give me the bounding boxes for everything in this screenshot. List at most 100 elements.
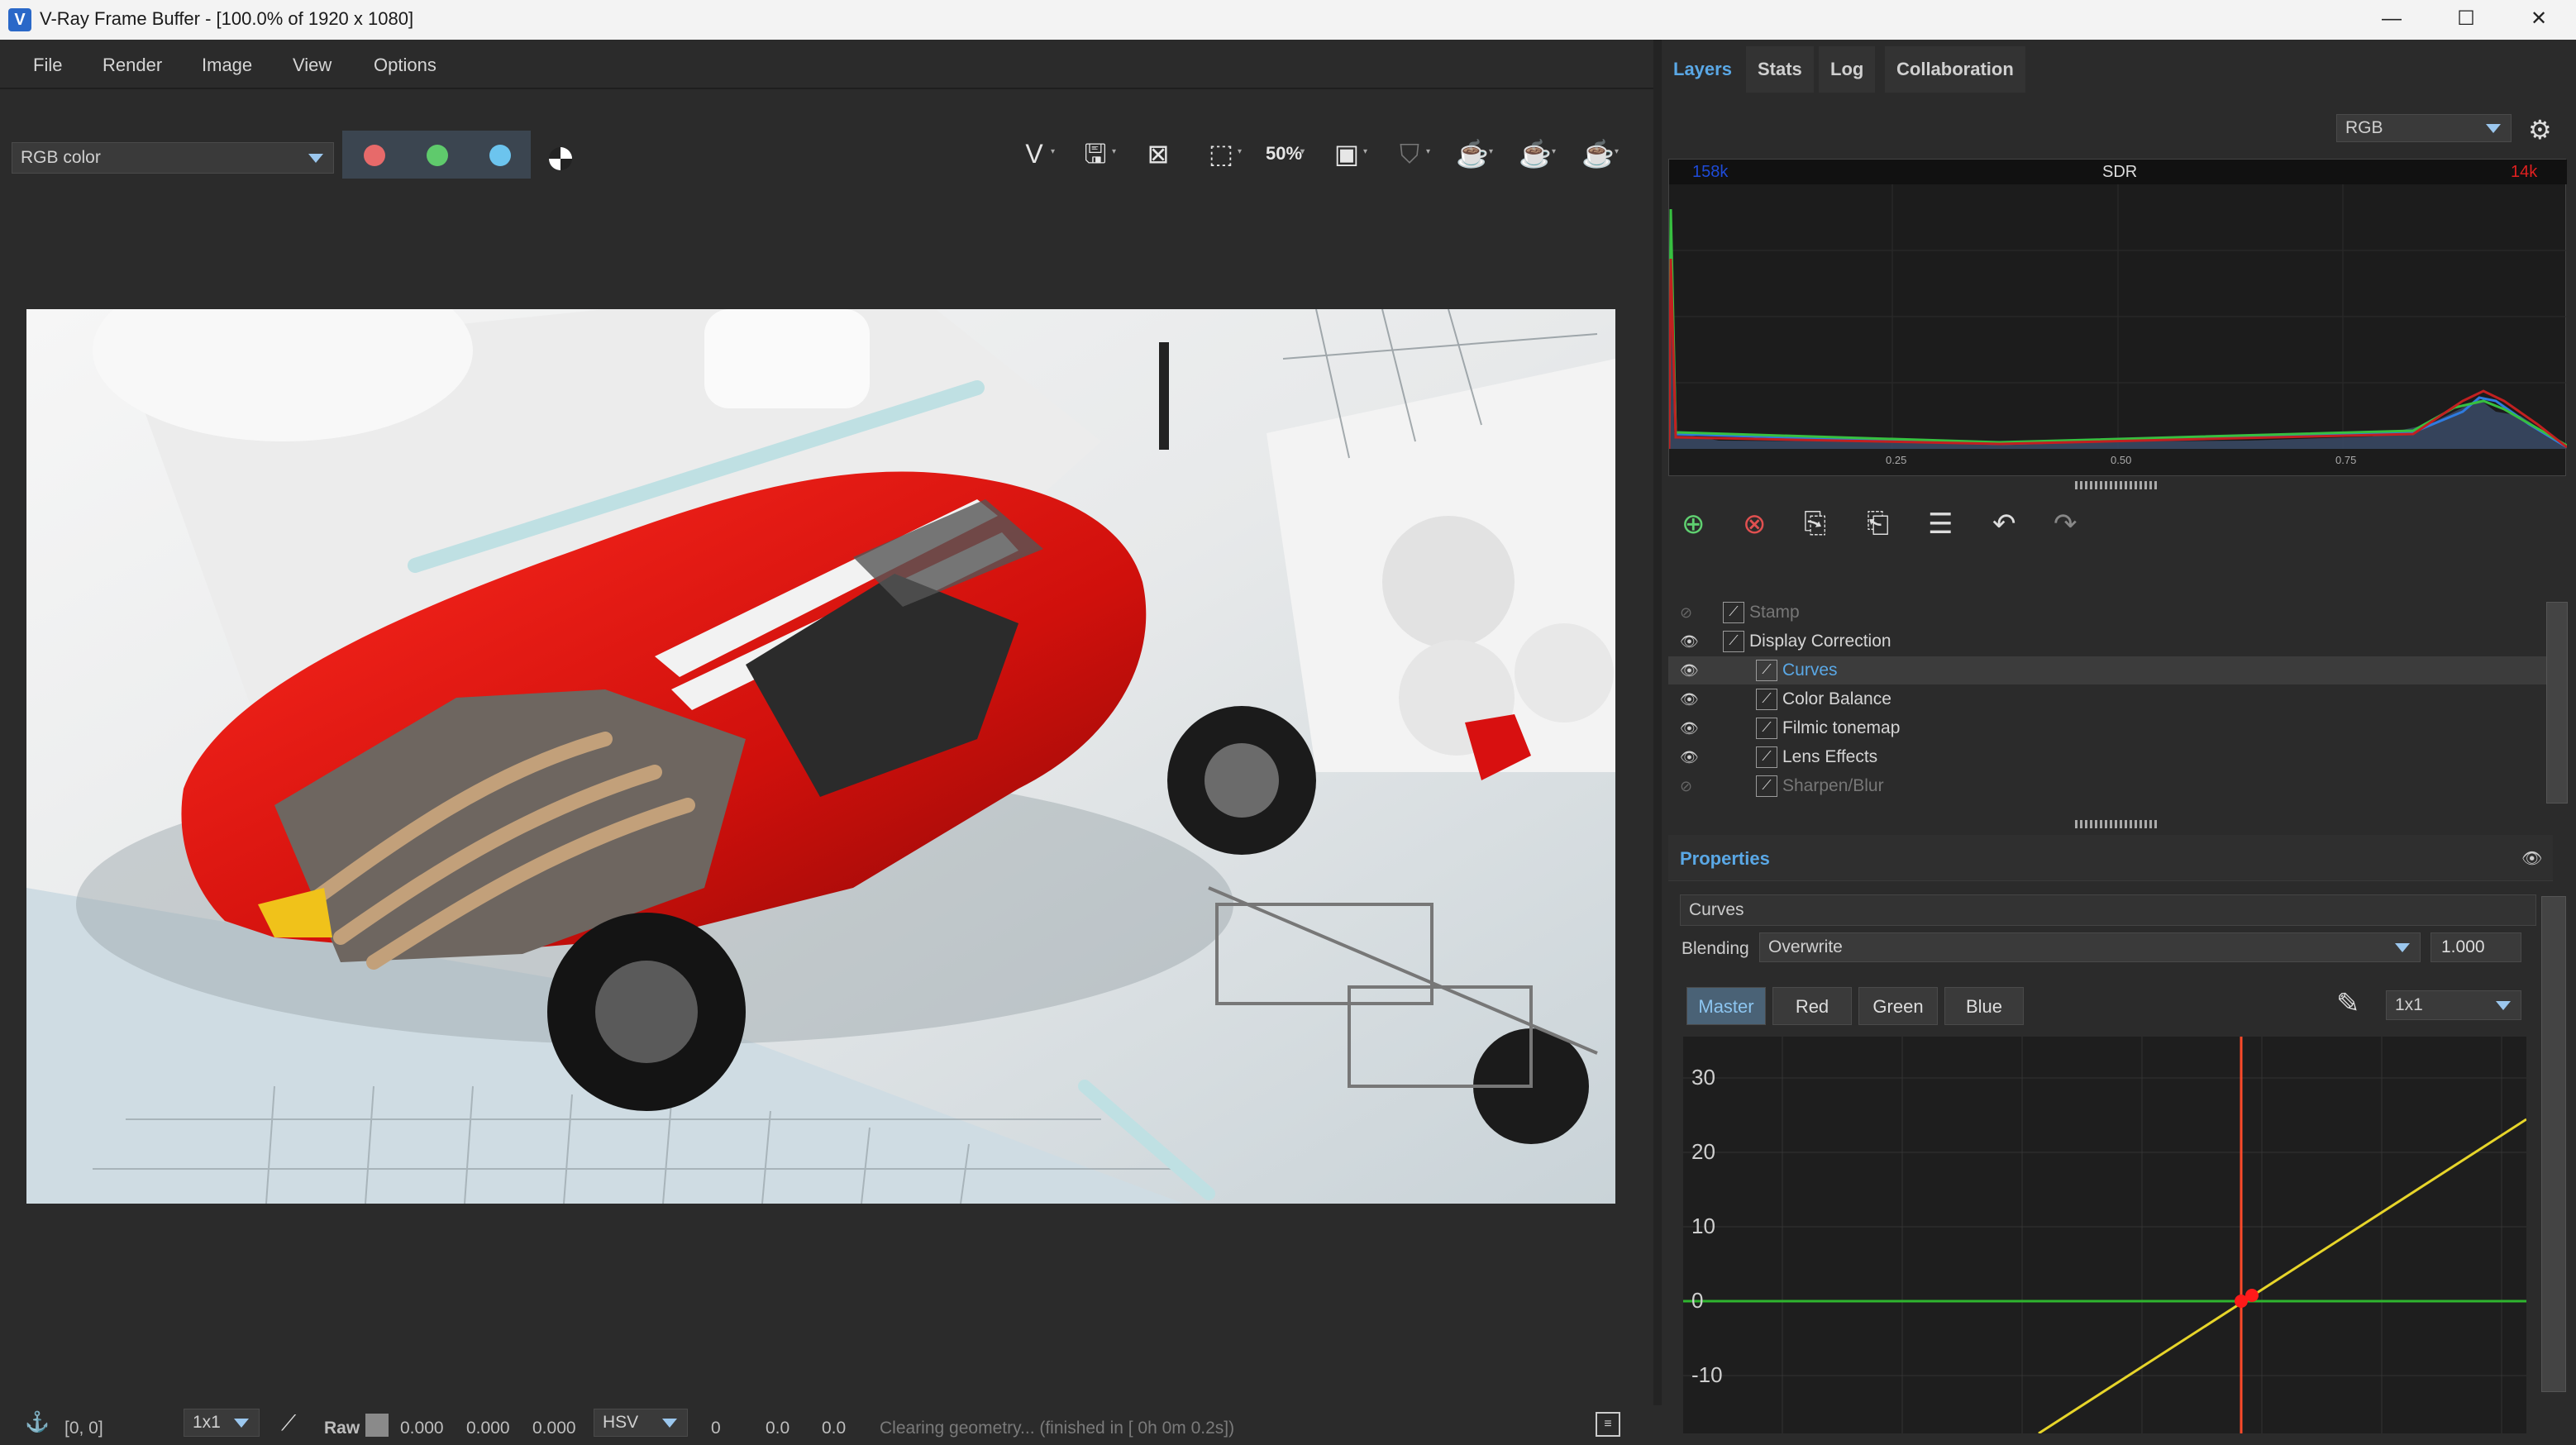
menu-bar: File Render Image View Options: [0, 40, 1653, 89]
curve-channel-blue[interactable]: Blue: [1944, 987, 2024, 1025]
histogram-mode-label: SDR: [2102, 163, 2138, 181]
layer-list: ⊘ ⟋ Stamp 👁 ⟋ Display Correction 👁 ⟋ Curves 👁 ⟋ Col…: [1662, 599, 2559, 805]
curve-channel-master[interactable]: Master: [1686, 987, 1766, 1025]
right-panel: Layers Stats Log Collaboration RGB ⚙ 158…: [1662, 40, 2576, 1433]
save-icon[interactable]: 🖫 ▾: [1071, 132, 1119, 175]
sample-size-dropdown[interactable]: 1x1: [2386, 990, 2521, 1020]
visibility-eye-icon[interactable]: 👁: [1680, 656, 1699, 684]
visibility-off-icon[interactable]: ⊘: [1680, 772, 1692, 800]
tab-log[interactable]: Log: [1819, 46, 1876, 93]
vray-logo-icon[interactable]: V ▾: [1010, 132, 1058, 175]
layer-type-icon: ⟋: [1756, 718, 1777, 739]
sampling-dropdown[interactable]: 1x1: [184, 1409, 260, 1437]
properties-title: Properties: [1680, 848, 1770, 869]
close-button[interactable]: ✕: [2502, 0, 2576, 40]
tab-collaboration[interactable]: Collaboration: [1885, 46, 2025, 93]
layer-row[interactable]: 👁 ⟋ Color Balance: [1668, 685, 2558, 713]
menu-file[interactable]: File: [33, 55, 62, 76]
minimize-button[interactable]: —: [2354, 0, 2429, 40]
tab-layers[interactable]: Layers: [1662, 46, 1744, 93]
blending-label: Blending: [1682, 939, 1749, 958]
histogram[interactable]: 158k SDR 14k 0.25 0.50 0.75: [1668, 159, 2567, 476]
colorspace-dropdown[interactable]: HSV: [594, 1409, 688, 1437]
add-layer-icon[interactable]: ⊕: [1682, 508, 1705, 541]
opacity-stepper[interactable]: 1.000: [2431, 932, 2521, 962]
curve-channel-red[interactable]: Red: [1772, 987, 1852, 1025]
save-layers-icon[interactable]: ⎘: [1804, 508, 1826, 540]
layer-row[interactable]: ⊘ ⟋ Stamp: [1668, 599, 2558, 627]
curve-tool-icon[interactable]: ⟋: [281, 1410, 296, 1437]
maximize-button[interactable]: ☐: [2429, 0, 2503, 40]
curve-channel-green[interactable]: Green: [1858, 987, 1938, 1025]
alpha-channel-icon[interactable]: [549, 147, 572, 170]
stop-render-icon[interactable]: ⛉ ▾: [1386, 132, 1433, 175]
hsv-s-value: 0.0: [766, 1419, 790, 1438]
layer-list-icon[interactable]: ☰: [1928, 508, 1953, 541]
channel-dropdown[interactable]: RGB color: [12, 142, 334, 174]
red-channel-icon: [364, 145, 385, 166]
properties-header: [1668, 835, 2553, 881]
gear-icon[interactable]: ⚙: [2528, 114, 2552, 145]
layer-type-icon: ⟋: [1756, 689, 1777, 710]
red-channel-toggle[interactable]: [342, 131, 405, 179]
region-render-icon[interactable]: ⬚ ▾: [1197, 132, 1245, 175]
layer-row[interactable]: 👁 ⟋ Filmic tonemap: [1668, 714, 2558, 742]
visibility-eye-icon[interactable]: 👁: [1680, 743, 1699, 771]
blue-channel-toggle[interactable]: [468, 131, 531, 179]
hsv-h-value: 0: [711, 1419, 721, 1438]
menu-options[interactable]: Options: [374, 55, 436, 76]
layer-label: Lens Effects: [1782, 747, 1878, 766]
histogram-channel-dropdown[interactable]: RGB: [2336, 114, 2512, 142]
curve-editor[interactable]: 30 20 10 0 -10: [1683, 1037, 2526, 1433]
redo-icon[interactable]: ↷: [2054, 508, 2077, 541]
blending-dropdown[interactable]: Overwrite: [1759, 932, 2421, 962]
layer-name-value: Curves: [1689, 900, 1744, 919]
load-layers-icon[interactable]: ⎗: [1867, 508, 1889, 540]
blending-value: Overwrite: [1768, 937, 1843, 956]
properties-scrollbar[interactable]: [2541, 896, 2566, 1392]
zoom-icon[interactable]: 50% ▾: [1260, 132, 1308, 175]
menu-render[interactable]: Render: [103, 55, 162, 76]
clear-image-icon[interactable]: ⊠: [1134, 132, 1182, 175]
properties-view-icon[interactable]: 👁: [2521, 848, 2542, 869]
layer-row[interactable]: ⊘ ⟋ Sharpen/Blur: [1668, 772, 2558, 800]
layer-name-field[interactable]: Curves: [1680, 894, 2536, 926]
render-image[interactable]: [26, 309, 1615, 1204]
render-teapot-icon[interactable]: ☕ ▾: [1574, 132, 1622, 175]
raw-g-value: 0.000: [466, 1419, 510, 1438]
eyedropper-icon[interactable]: ✎: [2336, 987, 2360, 1020]
undo-icon[interactable]: ↶: [1992, 508, 2016, 541]
layer-label: Curves: [1782, 661, 1838, 680]
remove-layer-icon[interactable]: ⊗: [1743, 508, 1767, 541]
visibility-off-icon[interactable]: ⊘: [1680, 599, 1692, 627]
curve-graph: [1683, 1037, 2526, 1433]
menu-image[interactable]: Image: [202, 55, 252, 76]
layer-label: Color Balance: [1782, 689, 1891, 708]
raw-b-value: 0.000: [532, 1419, 576, 1438]
frame-icon[interactable]: ▣ ▾: [1323, 132, 1371, 175]
menu-view[interactable]: View: [293, 55, 332, 76]
chevron-down-icon: [2395, 943, 2410, 952]
log-toggle-icon[interactable]: ≡: [1596, 1412, 1620, 1437]
layers-resize-handle[interactable]: [2075, 820, 2158, 828]
layer-label: Display Correction: [1749, 632, 1891, 651]
layer-row[interactable]: 👁 ⟋ Curves: [1668, 656, 2558, 684]
render-interactive-icon[interactable]: ☕ ▾: [1448, 132, 1496, 175]
curve-y-label-30: 30: [1691, 1065, 1715, 1090]
layer-row[interactable]: 👁 ⟋ Lens Effects: [1668, 743, 2558, 771]
layers-scrollbar[interactable]: [2546, 602, 2568, 804]
panel-splitter[interactable]: [1653, 40, 1662, 1405]
histogram-graph: [1669, 184, 2567, 449]
visibility-eye-icon[interactable]: 👁: [1680, 685, 1699, 713]
visibility-eye-icon[interactable]: 👁: [1680, 627, 1699, 656]
chevron-down-icon: [662, 1419, 677, 1428]
histogram-resize-handle[interactable]: [2075, 481, 2158, 489]
visibility-eye-icon[interactable]: 👁: [1680, 714, 1699, 742]
sample-size-value: 1x1: [2395, 995, 2423, 1014]
render-last-icon[interactable]: ☕ ▾: [1511, 132, 1559, 175]
green-channel-toggle[interactable]: [405, 131, 468, 179]
layer-row[interactable]: 👁 ⟋ Display Correction: [1668, 627, 2558, 656]
layer-label: Stamp: [1749, 603, 1800, 622]
layer-label: Filmic tonemap: [1782, 718, 1901, 737]
tab-stats[interactable]: Stats: [1746, 46, 1814, 93]
